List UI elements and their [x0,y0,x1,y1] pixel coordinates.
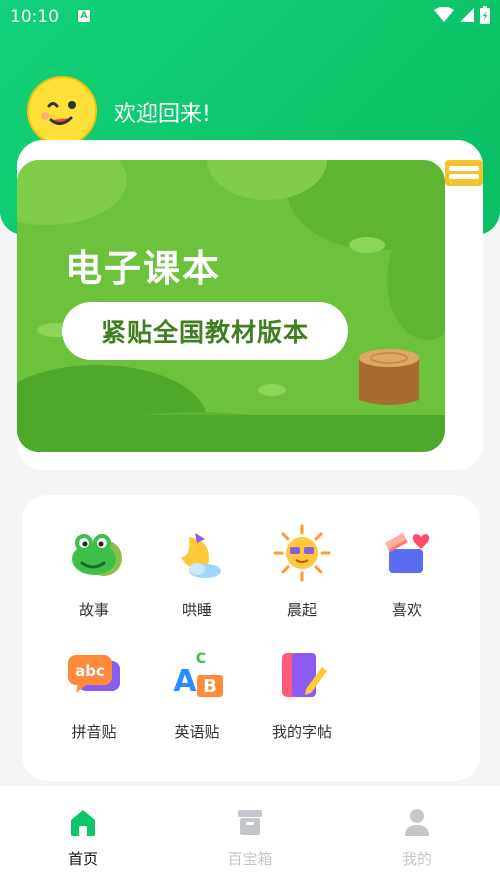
tab-profile[interactable]: 我的 [377,806,457,869]
box-icon [238,810,262,835]
bottom-tab-bar: 首页 百宝箱 我的 [0,786,500,890]
svg-text:abc: abc [75,662,105,680]
grid-label: 哄睡 [181,601,212,619]
svg-text:A: A [173,664,197,699]
banner-textbook[interactable]: 电子课本 紧贴全国教材版本 [17,160,445,452]
sun-icon [273,524,331,582]
svg-text:B: B [203,676,217,697]
tab-label: 首页 [67,850,98,868]
frog-icon [72,534,122,576]
banner-title: 电子课本 [65,247,221,290]
home-icon [71,810,95,836]
status-bar: 10:10 A [0,0,500,34]
grid-item-morning[interactable]: 晨起 [247,523,357,620]
abc-bubble-icon: abc [68,655,120,693]
abc-blocks-icon: A B C [173,651,223,699]
status-time: 10:10 [10,7,59,27]
avatar[interactable] [27,76,97,146]
tab-toolbox[interactable]: 百宝箱 [210,806,290,869]
wifi-icon [434,7,454,22]
notification-icon: A [78,10,90,22]
grid-label: 英语贴 [174,723,220,741]
grid-item-story[interactable]: 故事 [39,523,149,620]
signal-icon [460,8,474,22]
grid-label: 我的字帖 [271,723,332,741]
grid-label: 喜欢 [391,601,422,619]
notebook-pen-icon [282,653,327,697]
tab-home[interactable]: 首页 [43,806,123,869]
tab-label: 我的 [401,850,432,868]
grid-label: 晨起 [286,601,317,619]
grid-item-pinyin[interactable]: abc 拼音贴 [39,645,149,742]
welcome-text: 欢迎回来! [114,102,211,127]
grid-item-favorites[interactable]: 喜欢 [352,523,462,620]
grid-item-sleep[interactable]: 哄睡 [142,523,252,620]
tab-label: 百宝箱 [227,850,273,868]
svg-text:C: C [196,651,206,667]
gift-heart-icon [385,533,430,573]
grid-item-copybook[interactable]: 我的字帖 [247,645,357,742]
moon-icon [181,529,221,578]
feature-grid: 故事 哄睡 晨起 喜欢 abc 拼音贴 A B C 英语贴 我的字帖 [22,495,480,781]
grid-label: 故事 [78,601,109,619]
grid-label: 拼音贴 [71,723,117,741]
banner-subtitle: 紧贴全国教材版本 [62,302,348,360]
user-icon [405,809,429,836]
status-icons [434,6,490,24]
battery-icon [480,6,490,24]
badge-icon [445,160,483,186]
grid-item-english[interactable]: A B C 英语贴 [142,645,252,742]
